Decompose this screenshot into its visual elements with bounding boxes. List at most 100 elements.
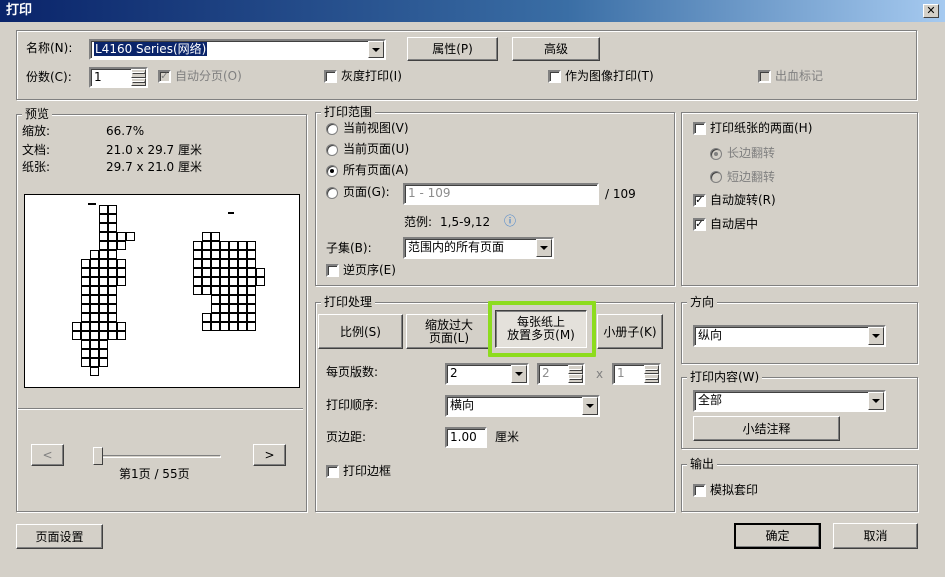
preview-cell [211, 322, 220, 331]
simulate-overprint-checkbox[interactable] [693, 484, 706, 497]
current-page-radio[interactable] [326, 144, 338, 156]
preview-cell [211, 250, 220, 259]
spin-up-icon[interactable] [131, 69, 146, 78]
all-pages-radio[interactable] [326, 165, 338, 177]
long-edge-radio[interactable] [710, 148, 722, 160]
spin-down-icon[interactable] [131, 77, 146, 86]
bleed-checkbox[interactable] [758, 70, 771, 83]
ok-button[interactable]: 确定 [734, 523, 821, 549]
reverse-label: 逆页序(E) [343, 263, 396, 277]
short-edge-radio[interactable] [710, 171, 722, 183]
tab-multiple-pages-line2: 放置多页(M) [507, 328, 575, 342]
all-pages-label: 所有页面(A) [343, 163, 409, 177]
printer-select[interactable]: L4160 Series(网络) [89, 39, 386, 60]
printer-name-label: 名称(N): [26, 41, 73, 55]
preview-right-page [25, 195, 301, 389]
tab-scale[interactable]: 比例(S) [318, 314, 403, 349]
preview-cell [238, 286, 247, 295]
reverse-checkbox[interactable] [326, 264, 339, 277]
prev-page-button[interactable]: < [31, 444, 64, 466]
preview-cell [247, 304, 256, 313]
summarize-button[interactable]: 小结注释 [693, 416, 840, 441]
collate-checkbox[interactable]: ✓ [158, 70, 171, 83]
properties-button[interactable]: 属性(P) [407, 37, 498, 61]
margin-input[interactable]: 1.00 [445, 427, 487, 448]
pages-radio[interactable] [326, 187, 338, 199]
long-edge-label: 长边翻转 [727, 146, 776, 160]
preview-cell [238, 250, 247, 259]
example-label: 范例: [404, 215, 433, 229]
print-border-checkbox[interactable] [326, 465, 339, 478]
preview-cell [202, 241, 211, 250]
preview-cell [202, 232, 211, 241]
content-value: 全部 [698, 393, 723, 407]
preview-cell [220, 268, 229, 277]
current-page-label: 当前页面(U) [343, 142, 410, 156]
close-icon[interactable]: ✕ [923, 4, 939, 18]
preview-cell [211, 241, 220, 250]
preview-cell [193, 268, 202, 277]
rows-stepper[interactable]: 1 [612, 363, 661, 385]
chevron-down-icon[interactable] [511, 365, 527, 383]
advanced-button[interactable]: 高级 [512, 37, 600, 61]
preview-cell [247, 241, 256, 250]
page-setup-button[interactable]: 页面设置 [16, 524, 103, 549]
pages-input[interactable]: 1 - 109 [403, 183, 599, 205]
preview-cell [247, 277, 256, 286]
chevron-down-icon[interactable] [582, 397, 598, 415]
tab-fit-oversized-line2: 页面(L) [428, 330, 470, 345]
both-sides-checkbox[interactable] [693, 122, 706, 135]
auto-rotate-label: 自动旋转(R) [710, 193, 776, 207]
chevron-down-icon[interactable] [536, 239, 552, 257]
preview-cell [211, 259, 220, 268]
chevron-down-icon[interactable] [368, 41, 384, 58]
next-page-button[interactable]: > [253, 444, 286, 466]
chevron-down-icon[interactable] [868, 392, 884, 410]
preview-cell [202, 277, 211, 286]
subset-select[interactable]: 范围内的所有页面 [403, 237, 554, 259]
page-slider-thumb[interactable] [93, 447, 103, 465]
preview-cell [247, 313, 256, 322]
preview-cell [229, 313, 238, 322]
content-select[interactable]: 全部 [693, 390, 886, 412]
cancel-button[interactable]: 取消 [833, 523, 918, 549]
info-icon[interactable]: ⓘ [504, 214, 516, 229]
spin-down-icon[interactable] [644, 374, 659, 383]
separator [18, 408, 303, 410]
orientation-select[interactable]: 纵向 [693, 325, 886, 347]
preview-cell [202, 268, 211, 277]
current-view-radio[interactable] [326, 123, 338, 135]
spin-up-icon[interactable] [644, 365, 659, 374]
page-slider-track[interactable] [96, 455, 221, 458]
preview-cell [220, 250, 229, 259]
spin-up-icon[interactable] [568, 365, 583, 374]
spin-down-icon[interactable] [568, 374, 583, 383]
copies-spin[interactable] [131, 69, 146, 86]
print-border-label: 打印边框 [343, 464, 392, 478]
as-image-checkbox[interactable] [548, 70, 561, 83]
preview-cell [211, 268, 220, 277]
rows-spin[interactable] [644, 365, 659, 383]
auto-center-checkbox[interactable]: ✓ [693, 218, 706, 231]
as-image-label: 作为图像打印(T) [565, 69, 654, 83]
current-view-label: 当前视图(V) [343, 121, 409, 135]
orientation-legend: 方向 [687, 295, 718, 309]
preview-cell [193, 241, 202, 250]
pages-per-sheet-select[interactable]: 2 [445, 363, 529, 385]
tab-multiple-pages[interactable]: 每张纸上 放置多页(M) [495, 310, 587, 348]
print-handling-legend: 打印处理 [321, 295, 376, 309]
tab-fit-oversized[interactable]: 缩放过大 页面(L) [406, 314, 492, 349]
chevron-down-icon[interactable] [868, 327, 884, 345]
preview-legend: 预览 [22, 107, 53, 121]
cols-stepper[interactable]: 2 [537, 363, 585, 385]
preview-cell [193, 259, 202, 268]
tab-fit-oversized-line1: 缩放过大 [424, 317, 473, 332]
tab-booklet[interactable]: 小册子(K) [597, 314, 663, 349]
cols-spin[interactable] [568, 365, 583, 383]
margin-label: 页边距: [326, 430, 367, 444]
auto-rotate-checkbox[interactable]: ✓ [693, 194, 706, 207]
order-select[interactable]: 横向 [445, 395, 600, 417]
pages-per-sheet-label: 每页版数: [326, 365, 379, 379]
grayscale-checkbox[interactable] [324, 70, 337, 83]
copies-stepper[interactable]: 1 [89, 67, 148, 88]
